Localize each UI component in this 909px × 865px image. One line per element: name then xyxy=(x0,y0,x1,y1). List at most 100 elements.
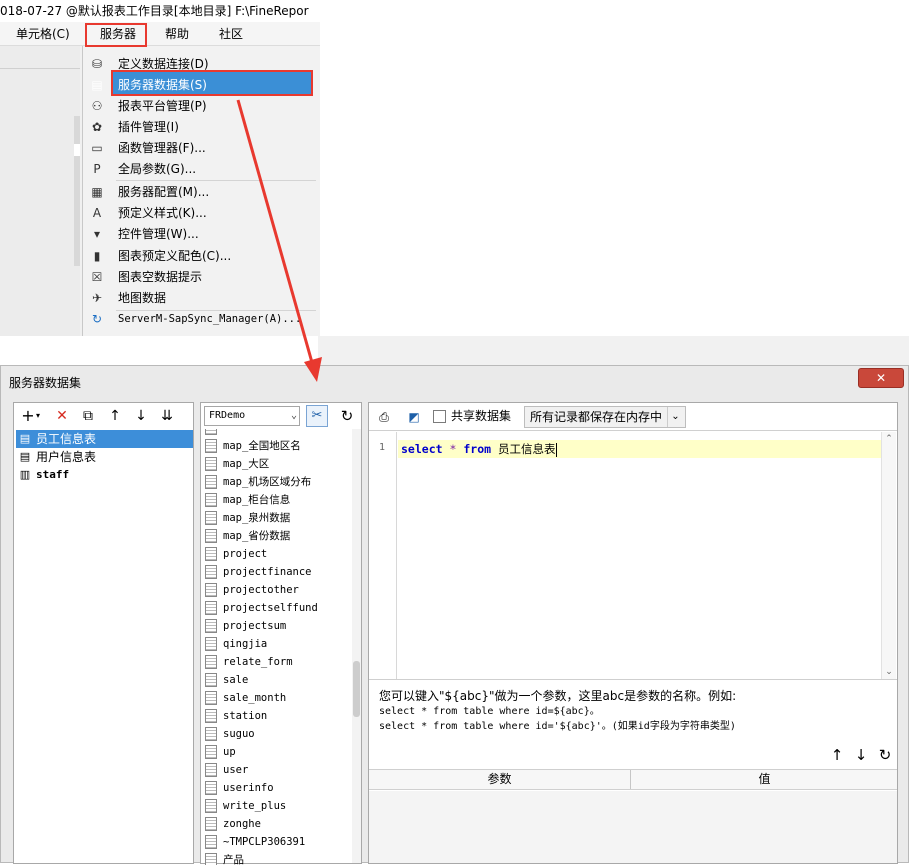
move-up-icon[interactable]: ↑ xyxy=(105,406,125,426)
server-menu-item-label: 地图数据 xyxy=(118,291,167,305)
chevron-up-icon[interactable]: ⌃ xyxy=(882,434,896,444)
line-number: 1 xyxy=(378,442,386,453)
server-menu-item[interactable]: A 预定义样式(K)... xyxy=(82,203,320,224)
table-item[interactable]: write_plus xyxy=(201,797,351,815)
parameter-icon[interactable]: ◩ xyxy=(405,408,423,426)
server-menu-item[interactable]: ▮ 图表预定义配色(C)... xyxy=(82,246,320,267)
move-down-icon[interactable]: ↓ xyxy=(851,745,871,765)
table-icon xyxy=(205,529,217,543)
table-item-label: station xyxy=(223,710,268,722)
close-button[interactable]: ✕ xyxy=(858,368,904,388)
column-header-param[interactable]: 参数 xyxy=(369,770,631,789)
server-menu-item[interactable]: ⛁ 定义数据连接(D) xyxy=(82,54,320,75)
refresh-icon[interactable]: ↻ xyxy=(875,745,895,765)
table-item[interactable]: sale xyxy=(201,671,351,689)
table-item[interactable]: userinfo xyxy=(201,779,351,797)
server-menu-item[interactable]: ▦ 服务器配置(M)... xyxy=(82,182,320,203)
table-list-scrollbar[interactable] xyxy=(352,429,361,863)
table-item[interactable]: map_省份数据 xyxy=(201,527,351,545)
table-item[interactable]: suguo xyxy=(201,725,351,743)
server-menu-item[interactable]: ↻ ServerM-SapSync_Manager(A)... xyxy=(82,309,320,330)
server-menu-item[interactable]: ✈ 地图数据 xyxy=(82,288,320,309)
delete-icon[interactable]: ✕ xyxy=(52,406,72,426)
table-item[interactable]: projectother xyxy=(201,581,351,599)
table-item-label: zonghe xyxy=(223,818,261,830)
server-menu-item[interactable]: ☒ 图表空数据提示 xyxy=(82,267,320,288)
table-item[interactable]: projectfinance xyxy=(201,563,351,581)
dataset-icon: ▤ xyxy=(19,450,31,463)
table-browser-pane: FRDemo ⌄ ✂ ↻ map_全国地区名 map_大区 map_机场区域分布 ma… xyxy=(200,402,362,865)
table-item[interactable]: sale_month xyxy=(201,689,351,707)
menu-help[interactable]: 帮助 xyxy=(165,25,189,44)
parameter-table: 参数 值 xyxy=(369,769,897,863)
table-item-label: sale xyxy=(223,674,249,686)
server-menu-item[interactable]: ▭ 函数管理器(F)... xyxy=(82,138,320,159)
table-list: map_全国地区名 map_大区 map_机场区域分布 map_柜台信息 map_泉州数… xyxy=(201,429,351,865)
table-item[interactable]: map_大区 xyxy=(201,455,351,473)
table-item-label: suguo xyxy=(223,728,255,740)
move-down-icon[interactable]: ↓ xyxy=(131,406,151,426)
connection-settings-icon[interactable]: ✂ xyxy=(306,405,328,427)
table-icon xyxy=(205,799,217,813)
table-item[interactable]: relate_form xyxy=(201,653,351,671)
table-item[interactable]: projectselffund xyxy=(201,599,351,617)
dataset-item[interactable]: ▤ 用户信息表 xyxy=(16,448,193,466)
table-item[interactable]: project xyxy=(201,545,351,563)
sql-keyword-from: from xyxy=(463,442,492,456)
sql-text-line[interactable]: select * from 员工信息表 xyxy=(401,440,557,458)
server-menu-item[interactable]: ⚇ 报表平台管理(P) xyxy=(82,96,320,117)
sort-icon[interactable]: ⇊ xyxy=(157,406,177,426)
parameter-table-body[interactable] xyxy=(369,791,897,863)
chevron-down-icon: ⌄ xyxy=(290,410,297,421)
table-icon xyxy=(205,511,217,525)
editor-scrollbar[interactable]: ⌃ ⌄ xyxy=(881,432,896,679)
server-menu-item[interactable]: P 全局参数(G)... xyxy=(82,159,320,180)
table-item[interactable]: qingjia xyxy=(201,635,351,653)
server-menu-item[interactable]: ✿ 插件管理(I) xyxy=(82,117,320,138)
menu-separator xyxy=(116,310,316,311)
table-icon xyxy=(205,493,217,507)
cache-mode-select[interactable]: 所有记录都保存在内存中 ⌄ xyxy=(524,406,686,428)
refresh-icon[interactable]: ↻ xyxy=(336,405,358,427)
server-menu-item-label: ServerM-SapSync_Manager(A)... xyxy=(118,313,302,325)
hint-line-1: 您可以键入"${abc}"做为一个参数，这里abc是参数的名称。例如: xyxy=(379,689,737,703)
server-menu-item[interactable]: ▤ 服务器数据集(S) xyxy=(82,75,320,96)
copy-icon[interactable]: ⧉ xyxy=(78,406,98,426)
window-title: 018-07-27 @默认报表工作目录[本地目录] F:\FineRepor xyxy=(0,0,320,22)
table-item-label: projectselffund xyxy=(223,602,318,614)
table-item[interactable]: ~TMPCLP306391 xyxy=(201,833,351,851)
hint-line-2: select * from table where id=${abc}。 xyxy=(379,706,600,717)
table-icon xyxy=(205,691,217,705)
share-dataset-label: 共享数据集 xyxy=(451,409,512,423)
preview-icon[interactable]: ⎙ xyxy=(375,408,393,426)
db-connection-select[interactable]: FRDemo ⌄ xyxy=(204,406,300,426)
dataset-item[interactable]: ▥ staff xyxy=(16,466,193,484)
dataset-item[interactable]: ▤ 员工信息表 xyxy=(16,430,193,448)
table-item[interactable]: map_柜台信息 xyxy=(201,491,351,509)
sql-editor[interactable]: 1 select * from 员工信息表 ⌃ ⌄ xyxy=(369,432,897,680)
table-item[interactable]: map_机场区域分布 xyxy=(201,473,351,491)
text-caret xyxy=(555,442,557,457)
table-item[interactable]: user xyxy=(201,761,351,779)
server-menu-item-label: 预定义样式(K)... xyxy=(118,206,207,220)
table-item[interactable]: zonghe xyxy=(201,815,351,833)
scrollbar-thumb[interactable] xyxy=(353,661,360,717)
table-item[interactable]: station xyxy=(201,707,351,725)
dataset-list-pane: + ▾ ✕ ⧉ ↑ ↓ ⇊ ▤ 员工信息表 ▤ 用户信息表 ▥ staff xyxy=(13,402,194,864)
table-item[interactable]: map_全国地区名 xyxy=(201,437,351,455)
menu-community[interactable]: 社区 xyxy=(219,25,243,44)
db-connection-value: FRDemo xyxy=(209,410,246,421)
chart-color-icon: ▮ xyxy=(93,249,101,263)
share-dataset-checkbox[interactable] xyxy=(433,410,446,423)
server-menu-item[interactable]: ▾ 控件管理(W)... xyxy=(82,224,320,245)
table-icon xyxy=(205,429,217,435)
column-header-value[interactable]: 值 xyxy=(632,770,897,789)
table-item-label: projectother xyxy=(223,584,299,596)
table-item[interactable]: up xyxy=(201,743,351,761)
menu-cell[interactable]: 单元格(C) xyxy=(16,25,70,44)
table-item[interactable]: projectsum xyxy=(201,617,351,635)
add-dropdown-icon[interactable]: ▾ xyxy=(34,406,42,426)
chevron-down-icon[interactable]: ⌄ xyxy=(882,667,896,677)
table-item[interactable]: map_泉州数据 xyxy=(201,509,351,527)
move-up-icon[interactable]: ↑ xyxy=(827,745,847,765)
